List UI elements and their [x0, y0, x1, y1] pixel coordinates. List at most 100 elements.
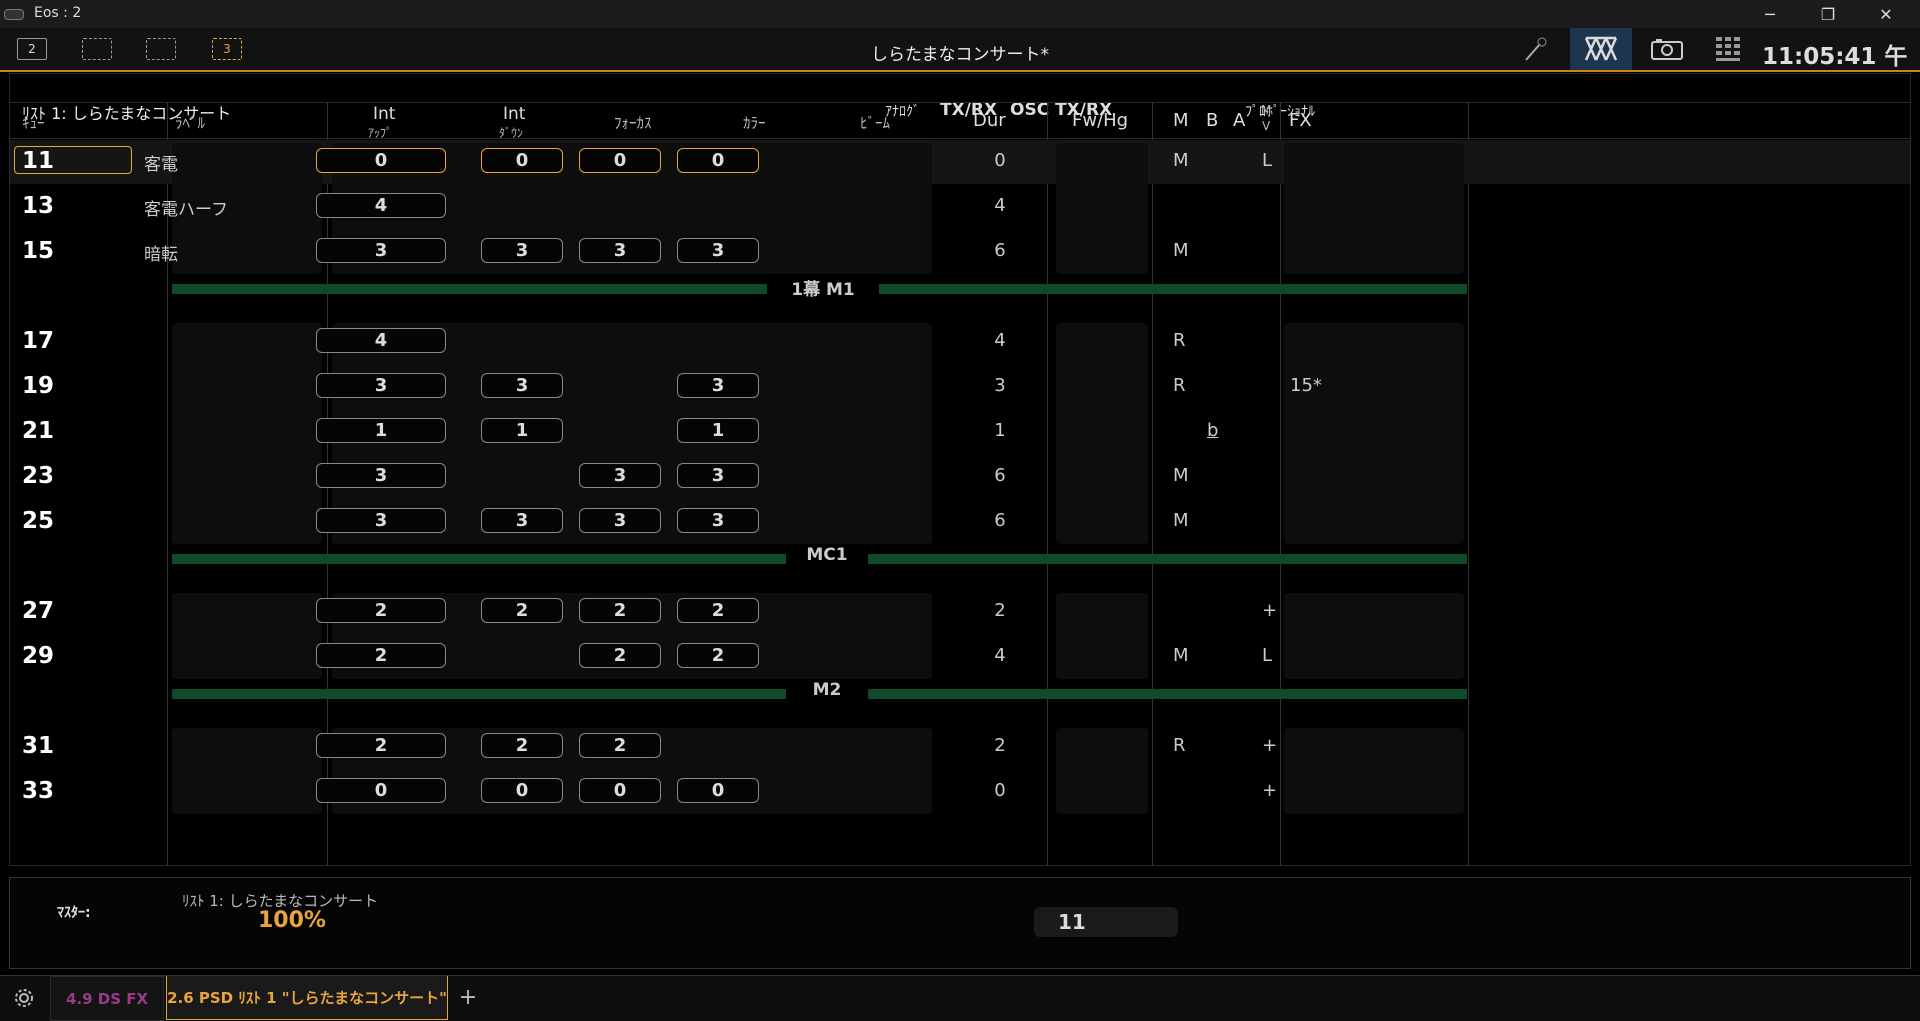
- settings-gear-icon[interactable]: [0, 976, 48, 1019]
- beam-value[interactable]: 0: [677, 778, 759, 803]
- col-header-int-down-sub: ﾀﾞｳﾝ: [499, 126, 524, 140]
- mv-flag: +: [1262, 780, 1278, 801]
- color-value[interactable]: 3: [579, 508, 661, 533]
- col-header-dur: Dur: [973, 110, 1006, 131]
- focus-value[interactable]: 3: [481, 508, 563, 533]
- mv-flag: L: [1262, 645, 1273, 666]
- fx-block: [1284, 323, 1464, 544]
- dur-value: 0: [994, 150, 1006, 171]
- focus-value[interactable]: 1: [481, 418, 563, 443]
- beam-value[interactable]: 2: [677, 643, 759, 668]
- int-value[interactable]: 0: [316, 148, 446, 173]
- cue-label[interactable]: 暗転: [144, 240, 178, 265]
- fwhg-block: [1056, 323, 1148, 544]
- color-value[interactable]: 0: [579, 778, 661, 803]
- m-flag: M: [1173, 510, 1189, 531]
- restore-button[interactable]: ❐: [1799, 0, 1857, 28]
- cue-label[interactable]: 客電: [144, 150, 178, 175]
- beam-value[interactable]: 3: [677, 238, 759, 263]
- cue-number[interactable]: 15: [22, 238, 54, 264]
- network-icon[interactable]: [1570, 28, 1632, 70]
- cue-number[interactable]: 25: [22, 508, 54, 534]
- int-value[interactable]: 1: [316, 418, 446, 443]
- add-tab-button[interactable]: +: [452, 976, 484, 1019]
- cue-list-panel: ﾘｽﾄ 1: しらたまなコンサート ｱﾅﾛｸﾞ TX/RX OSC TX/RX …: [9, 73, 1911, 866]
- beam-value[interactable]: 3: [677, 373, 759, 398]
- fx-block: [1284, 728, 1464, 814]
- cue-number[interactable]: 19: [22, 373, 54, 399]
- focus-value[interactable]: 2: [481, 733, 563, 758]
- toolbar: 2 3 しらたまなコンサート* 11:05:41 午後: [0, 28, 1920, 104]
- cue-label[interactable]: 客電ハーフ: [144, 195, 228, 220]
- tab-psd-list[interactable]: 2.6 PSD ﾘｽﾄ 1 "しらたまなコンサート": [166, 976, 448, 1020]
- beam-value[interactable]: 3: [677, 508, 759, 533]
- beam-value[interactable]: 1: [677, 418, 759, 443]
- camera-icon[interactable]: [1650, 34, 1684, 64]
- col-header-m: M: [1173, 110, 1189, 131]
- color-value[interactable]: 3: [579, 238, 661, 263]
- fx-value: 15*: [1290, 375, 1322, 396]
- col-header-mv-top: M: [1261, 103, 1272, 117]
- color-value[interactable]: 2: [579, 733, 661, 758]
- cue-number[interactable]: 23: [22, 463, 54, 489]
- m-flag: M: [1173, 645, 1189, 666]
- m-flag: R: [1173, 375, 1186, 396]
- int-value[interactable]: 3: [316, 508, 446, 533]
- col-header-fx: FX: [1289, 110, 1312, 131]
- beam-value[interactable]: 3: [677, 463, 759, 488]
- divider-label: MC1: [786, 545, 868, 565]
- fwhg-block: [1056, 728, 1148, 814]
- int-value[interactable]: 2: [316, 643, 446, 668]
- master-level[interactable]: 100%: [258, 908, 326, 933]
- dur-value: 4: [994, 330, 1006, 351]
- col-header-focus: ﾌｫｰｶｽ: [614, 114, 652, 132]
- cue-number[interactable]: 21: [22, 418, 54, 444]
- cue-number[interactable]: 11: [22, 148, 54, 174]
- app-icon: [4, 9, 24, 20]
- mv-flag: +: [1262, 600, 1278, 621]
- int-value[interactable]: 0: [316, 778, 446, 803]
- cue-number[interactable]: 27: [22, 598, 54, 624]
- fx-block: [1284, 143, 1464, 274]
- focus-value[interactable]: 2: [481, 598, 563, 623]
- int-value[interactable]: 3: [316, 238, 446, 263]
- focus-value[interactable]: 3: [481, 238, 563, 263]
- cue-number[interactable]: 33: [22, 778, 54, 804]
- color-value[interactable]: 2: [579, 598, 661, 623]
- int-value[interactable]: 4: [316, 193, 446, 218]
- color-value[interactable]: 2: [579, 643, 661, 668]
- dur-value: 3: [994, 375, 1006, 396]
- color-value[interactable]: 0: [579, 148, 661, 173]
- magic-wand-icon[interactable]: [1520, 34, 1550, 64]
- dur-value: 2: [994, 735, 1006, 756]
- beam-value[interactable]: 0: [677, 148, 759, 173]
- divider-label: M2: [786, 680, 868, 700]
- int-value[interactable]: 4: [316, 328, 446, 353]
- dur-value: 1: [994, 420, 1006, 441]
- col-header-color: ｶﾗｰ: [743, 114, 766, 132]
- focus-value[interactable]: 3: [481, 373, 563, 398]
- cue-number[interactable]: 17: [22, 328, 54, 354]
- label-block: [172, 323, 322, 544]
- dur-value: 4: [994, 645, 1006, 666]
- col-header-a: A: [1233, 110, 1246, 131]
- cue-number[interactable]: 31: [22, 733, 54, 759]
- cue-number[interactable]: 29: [22, 643, 54, 669]
- int-value[interactable]: 2: [316, 598, 446, 623]
- focus-value[interactable]: 0: [481, 148, 563, 173]
- color-value[interactable]: 3: [579, 463, 661, 488]
- beam-value[interactable]: 2: [677, 598, 759, 623]
- col-header-fwhg: Fw/Hg: [1072, 110, 1129, 131]
- keypad-icon[interactable]: [1713, 34, 1743, 64]
- int-value[interactable]: 3: [316, 463, 446, 488]
- cue-number[interactable]: 13: [22, 193, 54, 219]
- col-header-beam: ﾋﾞｰﾑ: [860, 114, 891, 132]
- col-header-cue: ｷｭｰ: [22, 114, 45, 132]
- fwhg-block: [1056, 143, 1148, 274]
- tab-ds-fx[interactable]: 4.9 DS FX: [50, 976, 164, 1021]
- close-button[interactable]: ✕: [1857, 0, 1915, 28]
- int-value[interactable]: 3: [316, 373, 446, 398]
- focus-value[interactable]: 0: [481, 778, 563, 803]
- minimize-button[interactable]: ─: [1741, 0, 1799, 28]
- int-value[interactable]: 2: [316, 733, 446, 758]
